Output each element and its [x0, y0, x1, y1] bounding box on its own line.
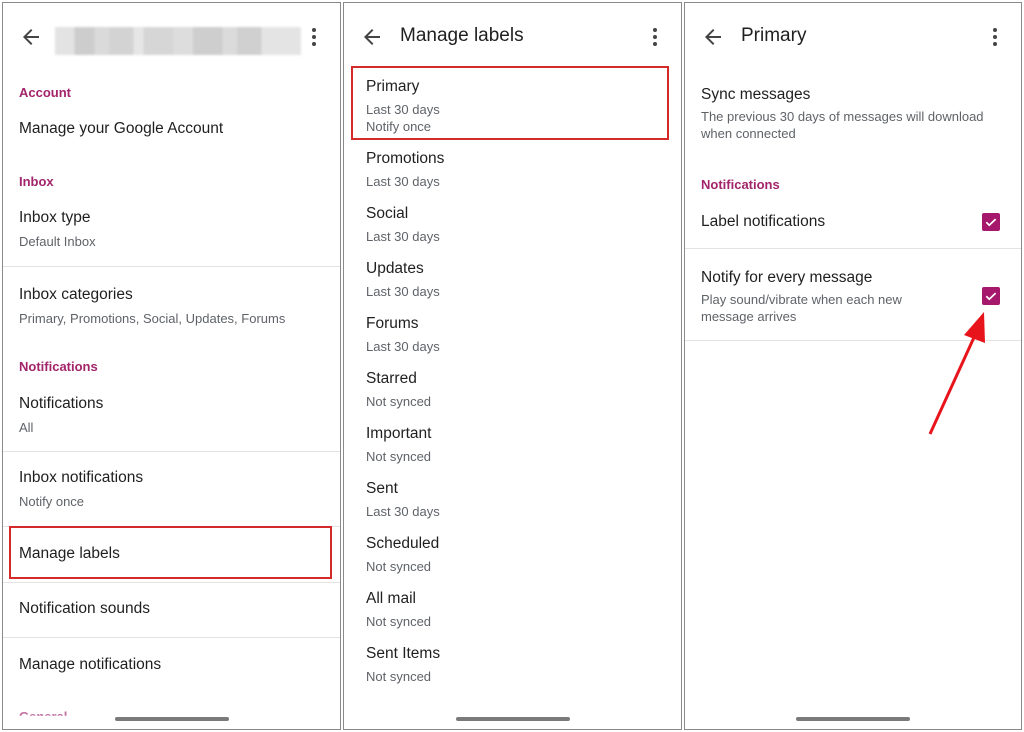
- account-email-blurred: [55, 27, 301, 55]
- inbox-categories-item[interactable]: Inbox categories Primary, Promotions, So…: [3, 269, 340, 335]
- top-app-bar: Primary: [685, 17, 1021, 57]
- label-sync-status: Not synced: [366, 559, 432, 574]
- notify-every-message-checkbox[interactable]: [982, 287, 1000, 305]
- label-item-social[interactable]: Social Last 30 days: [344, 200, 681, 252]
- section-notifications: Notifications: [701, 177, 780, 192]
- page-title: Manage labels: [400, 25, 524, 46]
- more-vert-icon[interactable]: [643, 25, 667, 49]
- more-vert-icon[interactable]: [302, 25, 326, 49]
- divider: [685, 340, 1021, 341]
- checkmark-icon: [985, 218, 997, 227]
- label-sync-status: Last 30 days: [366, 284, 440, 299]
- label-item-important[interactable]: Important Not synced: [344, 420, 681, 472]
- item-value: Notify once: [19, 494, 85, 509]
- label-sync-status: Last 30 days: [366, 339, 440, 354]
- back-arrow-icon[interactable]: [701, 25, 725, 49]
- item-label: Inbox type: [19, 209, 91, 226]
- item-label: Notify for every message: [701, 269, 873, 286]
- label-notifications-item[interactable]: Label notifications: [685, 199, 1021, 247]
- top-app-bar: [3, 17, 340, 57]
- highlight-box: [351, 66, 669, 140]
- section-account: Account: [19, 85, 71, 100]
- item-description: The previous 30 days of messages will do…: [701, 109, 984, 141]
- label-sync-status: Not synced: [366, 449, 432, 464]
- page-title: Primary: [741, 25, 807, 46]
- label-sync-status: Last 30 days: [366, 229, 440, 244]
- label-item-all-mail[interactable]: All mail Not synced: [344, 585, 681, 637]
- label-name: Sent: [366, 480, 398, 497]
- inbox-notifications-item[interactable]: Inbox notifications Notify once: [3, 454, 340, 524]
- back-arrow-icon[interactable]: [19, 25, 43, 49]
- settings-screen: Account Manage your Google Account Inbox…: [2, 2, 341, 730]
- item-value: All: [19, 420, 34, 435]
- item-value: Default Inbox: [19, 234, 96, 249]
- top-app-bar: Manage labels: [344, 17, 681, 57]
- checkmark-icon: [985, 292, 997, 301]
- sync-messages-item[interactable]: Sync messages The previous 30 days of me…: [685, 79, 1021, 149]
- label-name: Important: [366, 425, 432, 442]
- primary-label-screen: Primary Sync messages The previous 30 da…: [684, 2, 1022, 730]
- divider: [3, 582, 340, 583]
- highlight-box: [9, 526, 332, 579]
- section-inbox: Inbox: [19, 174, 54, 189]
- label-name: Social: [366, 205, 409, 222]
- notify-every-message-item[interactable]: Notify for every message Play sound/vibr…: [685, 250, 1021, 338]
- gesture-nav-handle[interactable]: [114, 717, 229, 721]
- label-name: Starred: [366, 370, 417, 387]
- manage-google-account-item[interactable]: Manage your Google Account: [3, 115, 340, 155]
- item-label: Notification sounds: [19, 600, 150, 617]
- label-name: Sent Items: [366, 645, 441, 662]
- back-arrow-icon[interactable]: [360, 25, 384, 49]
- label-item-promotions[interactable]: Promotions Last 30 days: [344, 145, 681, 197]
- item-label: Notifications: [19, 395, 104, 412]
- inbox-type-item[interactable]: Inbox type Default Inbox: [3, 201, 340, 263]
- gesture-nav-handle[interactable]: [455, 717, 570, 721]
- divider: [685, 248, 1021, 249]
- label-sync-status: Last 30 days: [366, 504, 440, 519]
- item-label: Inbox notifications: [19, 469, 144, 486]
- divider: [3, 637, 340, 638]
- label-item-sent-items[interactable]: Sent Items Not synced: [344, 640, 681, 692]
- label-sync-status: Not synced: [366, 614, 432, 629]
- label-item-updates[interactable]: Updates Last 30 days: [344, 255, 681, 307]
- more-vert-icon[interactable]: [983, 25, 1007, 49]
- item-value: Primary, Promotions, Social, Updates, Fo…: [19, 311, 286, 326]
- label-item-scheduled[interactable]: Scheduled Not synced: [344, 530, 681, 582]
- item-label: Label notifications: [701, 213, 826, 230]
- label-item-sent[interactable]: Sent Last 30 days: [344, 475, 681, 527]
- section-general-cut: General: [19, 709, 68, 724]
- gesture-nav-handle[interactable]: [796, 717, 910, 721]
- label-sync-status: Not synced: [366, 669, 432, 684]
- item-description: Play sound/vibrate when each new message…: [701, 292, 902, 324]
- label-name: Forums: [366, 315, 419, 332]
- section-notifications: Notifications: [19, 359, 98, 374]
- item-label: Manage notifications: [19, 656, 162, 673]
- item-label: Inbox categories: [19, 286, 133, 303]
- divider: [3, 266, 340, 267]
- item-label: Sync messages: [701, 86, 811, 103]
- notification-sounds-item[interactable]: Notification sounds: [3, 584, 340, 636]
- divider: [3, 451, 340, 452]
- label-name: Promotions: [366, 150, 445, 167]
- label-name: All mail: [366, 590, 416, 607]
- label-sync-status: Last 30 days: [366, 174, 440, 189]
- label-notifications-checkbox[interactable]: [982, 213, 1000, 231]
- label-item-forums[interactable]: Forums Last 30 days: [344, 310, 681, 362]
- manage-labels-screen: Manage labels Primary Last 30 days Notify …: [343, 2, 682, 730]
- notifications-item[interactable]: Notifications All: [3, 385, 340, 449]
- item-label: Manage your Google Account: [19, 120, 224, 137]
- label-item-starred[interactable]: Starred Not synced: [344, 365, 681, 417]
- label-name: Scheduled: [366, 535, 440, 552]
- manage-notifications-item[interactable]: Manage notifications: [3, 639, 340, 693]
- label-sync-status: Not synced: [366, 394, 432, 409]
- label-name: Updates: [366, 260, 424, 277]
